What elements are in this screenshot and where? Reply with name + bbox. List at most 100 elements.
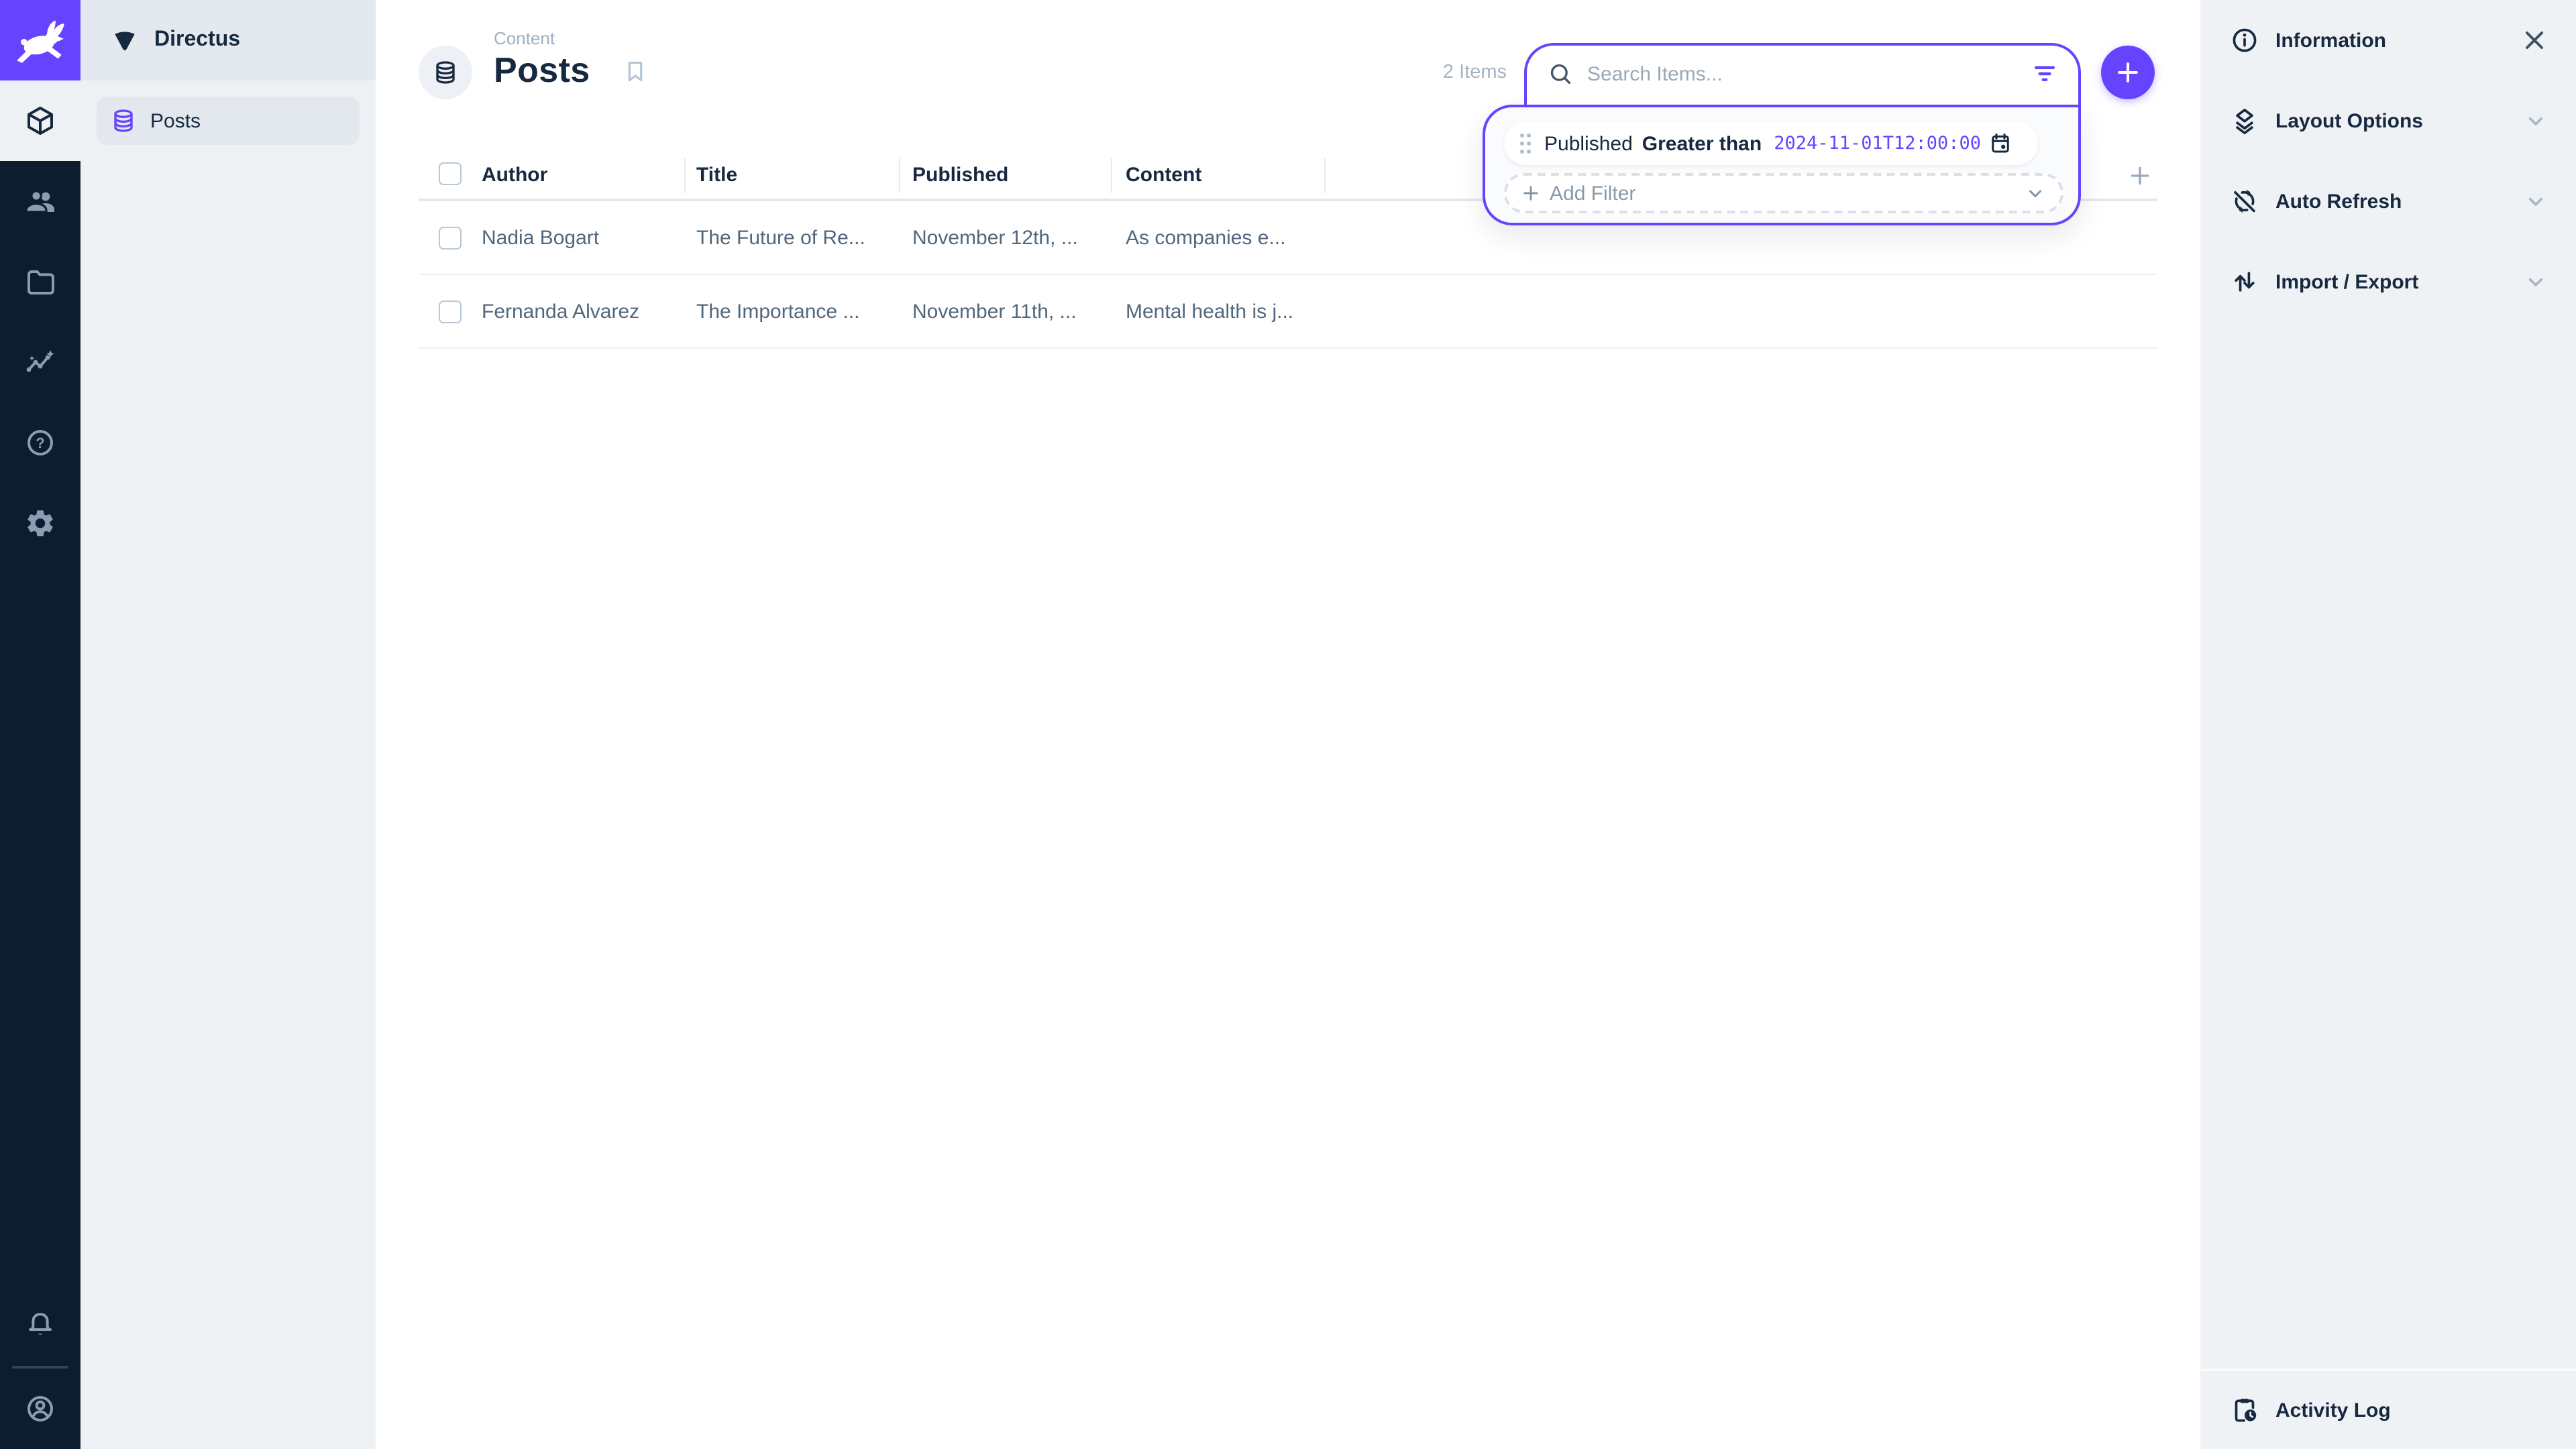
activity-log-icon — [2230, 1395, 2259, 1425]
sidebar-item-label: Information — [2275, 29, 2386, 52]
filter-icon — [2030, 59, 2059, 89]
calendar-icon-wrap[interactable] — [1988, 131, 2012, 156]
chevron-down-icon-wrap — [2522, 107, 2549, 134]
row-checkbox[interactable] — [439, 300, 462, 323]
project-name: Directus — [154, 28, 240, 52]
sidebar-item-label: Auto Refresh — [2275, 190, 2402, 213]
chevron-down-icon-wrap — [2522, 188, 2549, 215]
module-settings[interactable] — [0, 483, 80, 564]
chevron-down-icon-wrap — [2522, 268, 2549, 295]
layers-icon-wrap — [2230, 106, 2259, 136]
right-sidebar: Information Layout Options — [2200, 0, 2576, 1449]
sidebar-item-label: Import / Export — [2275, 270, 2418, 293]
chevron-down-icon — [2522, 107, 2549, 134]
swap-vert-icon-wrap — [2230, 267, 2259, 297]
box-icon — [24, 105, 56, 137]
sidebar-item-layout-options[interactable]: Layout Options — [2200, 80, 2576, 161]
sidebar-item-label: Layout Options — [2275, 109, 2423, 132]
folder-icon — [24, 266, 56, 298]
breadcrumb: Content — [494, 28, 590, 48]
filter-value[interactable]: 2024-11-01T12:00:00 — [1774, 133, 1981, 154]
module-insights[interactable] — [0, 322, 80, 402]
column-divider — [1324, 158, 1326, 193]
filter-operator[interactable]: Greater than — [1642, 132, 1762, 155]
plus-icon — [2113, 58, 2143, 87]
main-content: Content Posts 2 Items Published Greater … — [376, 0, 2200, 1449]
help-icon: ? — [24, 427, 56, 459]
add-filter-button[interactable]: Add Filter — [1504, 173, 2063, 213]
users-icon — [24, 185, 56, 217]
bookmark-button[interactable] — [623, 59, 648, 85]
close-icon — [2520, 25, 2549, 55]
info-icon — [2230, 25, 2259, 55]
activity-log-label: Activity Log — [2275, 1399, 2391, 1421]
filter-rule-chip[interactable]: Published Greater than 2024-11-01T12:00:… — [1504, 122, 2038, 165]
title-block: Content Posts — [494, 28, 590, 91]
insights-icon — [24, 346, 56, 378]
select-all-checkbox[interactable] — [439, 162, 462, 185]
sidebar-item-information[interactable]: Information — [2200, 0, 2576, 80]
add-filter-label: Add Filter — [1550, 182, 1635, 205]
search-bar — [1524, 43, 2081, 105]
column-divider — [1111, 158, 1112, 193]
search-icon — [1547, 60, 1574, 87]
search-icon-wrap — [1547, 60, 1574, 87]
table-row[interactable]: Fernanda Alvarez The Importance ... Nove… — [419, 275, 2157, 349]
module-help[interactable]: ? — [0, 402, 80, 483]
account-button[interactable] — [0, 1368, 80, 1449]
cell-title: The Importance ... — [696, 300, 859, 323]
database-icon — [432, 59, 459, 86]
cell-published: November 11th, ... — [912, 300, 1077, 323]
database-icon — [110, 107, 137, 134]
collection-icon-button[interactable] — [419, 46, 472, 99]
directus-logo-button[interactable] — [0, 0, 80, 80]
sidebar-item-auto-refresh[interactable]: Auto Refresh — [2200, 161, 2576, 241]
module-content[interactable] — [0, 80, 80, 161]
filter-dropdown: Published Greater than 2024-11-01T12:00:… — [1483, 105, 2081, 225]
drag-handle-icon — [1517, 131, 1534, 156]
sync-disabled-icon — [2230, 186, 2259, 216]
swap-vert-icon — [2230, 267, 2259, 297]
info-icon-wrap — [2230, 25, 2259, 55]
account-icon — [24, 1393, 56, 1425]
chevron-down-icon — [2522, 188, 2549, 215]
cell-title: The Future of Re... — [696, 226, 865, 249]
add-item-button[interactable] — [2101, 46, 2155, 99]
chevron-down-icon — [2023, 181, 2047, 205]
plus-icon — [1520, 182, 1542, 204]
column-header-published[interactable]: Published — [912, 164, 1008, 186]
directus-rabbit-logo-icon — [11, 11, 70, 70]
nav-item-label: Posts — [150, 109, 201, 132]
row-checkbox[interactable] — [439, 226, 462, 249]
close-sidebar-button[interactable] — [2520, 25, 2549, 55]
add-column-button[interactable] — [2127, 162, 2153, 189]
cell-content: As companies e... — [1126, 226, 1285, 249]
cell-published: November 12th, ... — [912, 226, 1078, 249]
cell-content: Mental health is j... — [1126, 300, 1293, 323]
column-header-content[interactable]: Content — [1126, 164, 1201, 186]
page-title: Posts — [494, 50, 590, 91]
items-count: 2 Items — [1332, 62, 1507, 83]
gear-icon — [24, 507, 56, 539]
module-files[interactable] — [0, 241, 80, 322]
notifications-button[interactable] — [0, 1285, 80, 1366]
calendar-icon — [1988, 131, 2012, 156]
chevron-down-icon — [2522, 268, 2549, 295]
svg-text:?: ? — [36, 435, 44, 451]
filter-field: Published — [1544, 132, 1633, 155]
module-users[interactable] — [0, 161, 80, 241]
project-header[interactable]: Directus — [80, 0, 376, 80]
filter-toggle-button[interactable] — [2030, 59, 2059, 89]
search-input[interactable] — [1587, 62, 2030, 85]
column-header-author[interactable]: Author — [482, 164, 547, 186]
plus-icon — [2127, 162, 2153, 189]
column-header-title[interactable]: Title — [696, 164, 737, 186]
cell-author: Fernanda Alvarez — [482, 300, 639, 323]
nav-item-posts[interactable]: Posts — [97, 97, 360, 145]
sidebar-activity-log[interactable]: Activity Log — [2200, 1368, 2576, 1449]
module-bar-bottom — [0, 1285, 80, 1449]
bell-icon — [24, 1309, 56, 1342]
nav-sidebar: Directus Posts — [80, 0, 376, 1449]
module-bar: ? — [0, 0, 80, 1449]
sidebar-item-import-export[interactable]: Import / Export — [2200, 241, 2576, 322]
